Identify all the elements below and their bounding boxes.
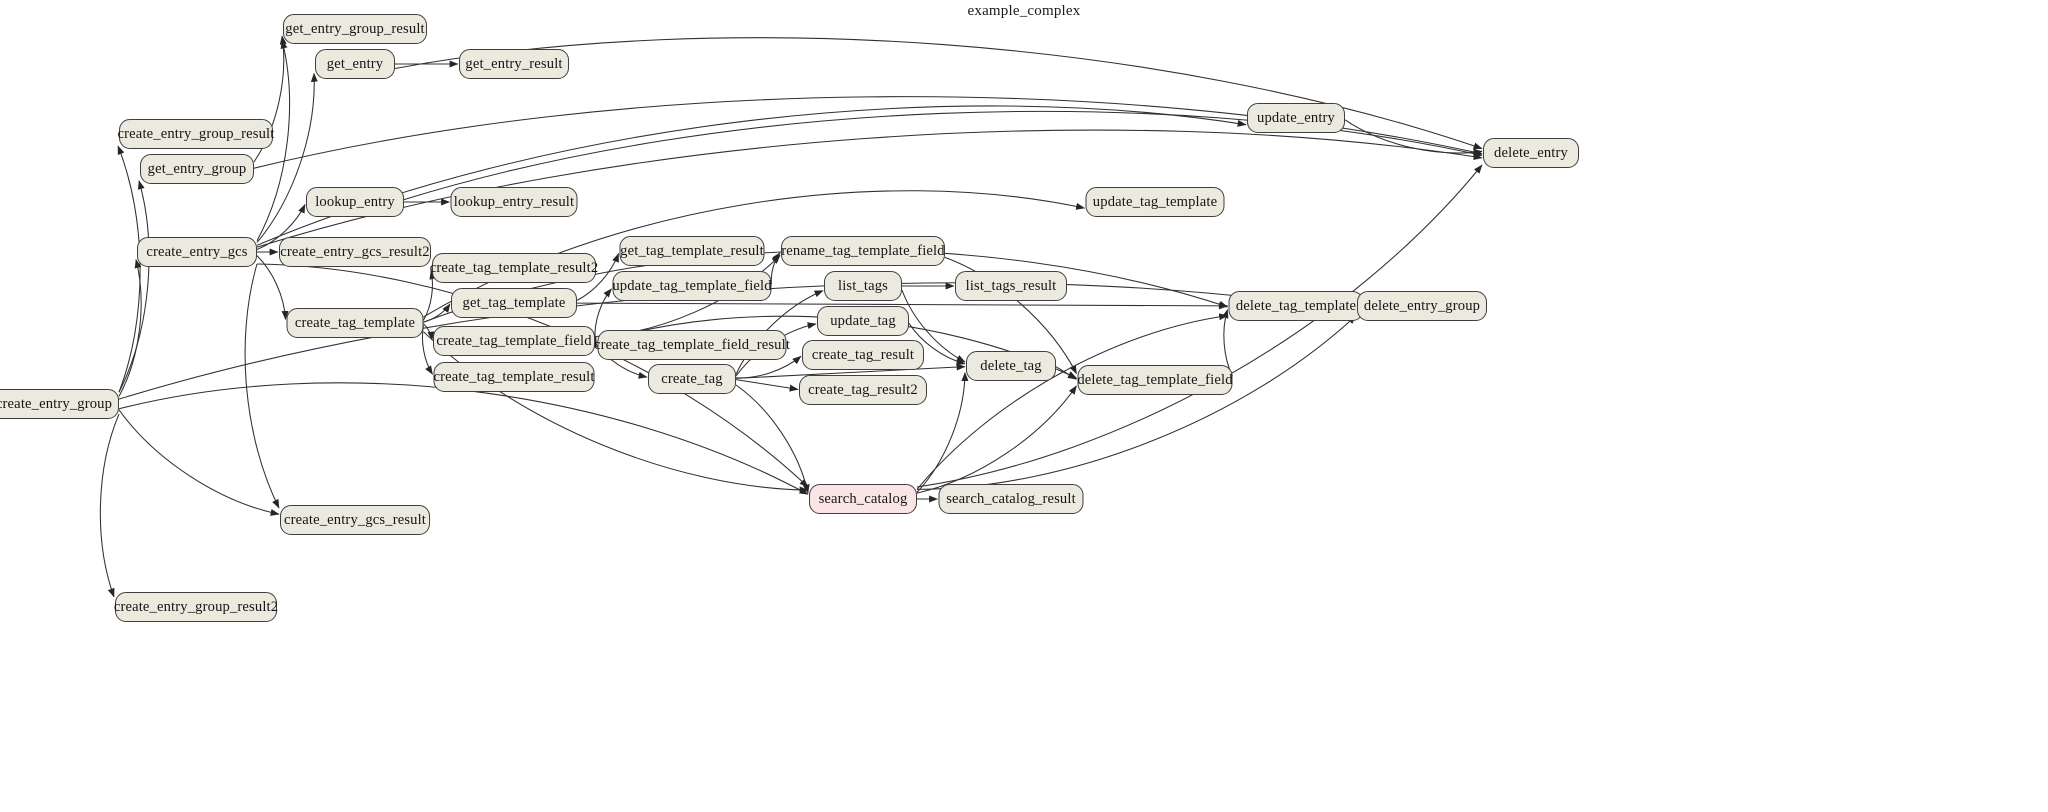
graph-node-create_tag_template_field_result[interactable]: create_tag_template_field_result bbox=[594, 330, 790, 360]
graph-node-list_tags[interactable]: list_tags bbox=[824, 271, 902, 301]
graph-node-get_tag_template[interactable]: get_tag_template bbox=[451, 288, 577, 318]
graph-node-label: create_entry_gcs_result bbox=[283, 511, 427, 528]
graph-node-label: create_tag_result2 bbox=[808, 381, 918, 398]
graph-node-label: create_entry_group_result2 bbox=[113, 598, 279, 615]
graph-node-delete_entry_group[interactable]: delete_entry_group bbox=[1357, 291, 1487, 321]
graph-node-create_entry_gcs[interactable]: create_entry_gcs bbox=[137, 237, 257, 267]
graph-node-label: create_tag_template_result2 bbox=[429, 259, 599, 276]
node-layer: get_entry_group_result get_entry get_entry… bbox=[0, 0, 2048, 812]
graph-node-lookup_entry[interactable]: lookup_entry bbox=[306, 187, 404, 217]
graph-node-list_tags_result[interactable]: list_tags_result bbox=[955, 271, 1067, 301]
graph-node-update_tag_template[interactable]: update_tag_template bbox=[1085, 187, 1225, 217]
graph-node-rename_tag_template_field[interactable]: rename_tag_template_field bbox=[781, 236, 945, 266]
graph-node-delete_tag_template[interactable]: delete_tag_template bbox=[1228, 291, 1364, 321]
graph-node-label: create_entry_gcs_result2 bbox=[280, 243, 430, 260]
graph-node-delete_tag[interactable]: delete_tag bbox=[966, 351, 1056, 381]
graph-node-label: create_entry_gcs bbox=[146, 243, 248, 260]
graph-node-update_tag[interactable]: update_tag bbox=[817, 306, 909, 336]
graph-node-update_entry[interactable]: update_entry bbox=[1247, 103, 1345, 133]
graph-node-create_entry_group_result[interactable]: create_entry_group_result bbox=[117, 119, 275, 149]
graph-node-delete_tag_template_field[interactable]: delete_tag_template_field bbox=[1077, 365, 1233, 395]
graph-node-label: lookup_entry_result bbox=[453, 193, 575, 210]
graph-node-create_tag_result2[interactable]: create_tag_result2 bbox=[799, 375, 927, 405]
graph-node-create_entry_gcs_result2[interactable]: create_entry_gcs_result2 bbox=[279, 237, 431, 267]
graph-node-label: delete_tag_template bbox=[1235, 297, 1357, 314]
graph-node-label: update_tag_template_field bbox=[612, 277, 772, 294]
graph-node-label: update_entry bbox=[1257, 109, 1335, 126]
graph-node-label: create_entry_group_result bbox=[117, 125, 275, 142]
graph-node-label: list_tags_result bbox=[965, 277, 1057, 294]
graph-node-label: create_tag bbox=[661, 370, 723, 387]
graph-node-label: get_entry bbox=[326, 55, 384, 72]
graph-canvas: example_complex get_entry_group_result ge… bbox=[0, 0, 2048, 812]
graph-node-label: get_tag_template bbox=[462, 294, 566, 311]
graph-node-label: update_tag_template bbox=[1092, 193, 1218, 210]
graph-node-search_catalog_result[interactable]: search_catalog_result bbox=[938, 484, 1084, 514]
graph-node-label: delete_entry_group bbox=[1363, 297, 1481, 314]
graph-node-create_tag_result[interactable]: create_tag_result bbox=[802, 340, 924, 370]
graph-node-lookup_entry_result[interactable]: lookup_entry_result bbox=[450, 187, 578, 217]
graph-node-label: delete_tag bbox=[980, 357, 1042, 374]
graph-node-update_tag_template_field[interactable]: update_tag_template_field bbox=[612, 271, 772, 301]
graph-node-get_entry_group_result[interactable]: get_entry_group_result bbox=[283, 14, 427, 44]
graph-node-label: lookup_entry bbox=[315, 193, 395, 210]
graph-node-search_catalog[interactable]: search_catalog bbox=[809, 484, 917, 514]
graph-node-create_entry_group[interactable]: create_entry_group bbox=[0, 389, 119, 419]
graph-node-get_entry_group[interactable]: get_entry_group bbox=[140, 154, 254, 184]
graph-node-label: rename_tag_template_field bbox=[781, 242, 945, 259]
graph-node-label: get_entry_group bbox=[147, 160, 247, 177]
graph-node-label: update_tag bbox=[830, 312, 896, 329]
graph-node-label: search_catalog bbox=[818, 490, 908, 507]
graph-node-create_tag[interactable]: create_tag bbox=[648, 364, 736, 394]
graph-node-get_tag_template_result[interactable]: get_tag_template_result bbox=[619, 236, 765, 266]
graph-node-label: create_tag_template bbox=[294, 314, 416, 331]
graph-node-label: list_tags bbox=[838, 277, 888, 294]
graph-node-label: delete_entry bbox=[1494, 144, 1568, 161]
graph-node-label: delete_tag_template_field bbox=[1077, 371, 1233, 388]
graph-node-label: search_catalog_result bbox=[946, 490, 1076, 507]
graph-node-label: get_tag_template_result bbox=[620, 242, 764, 259]
graph-node-label: get_entry_result bbox=[465, 55, 563, 72]
graph-node-label: create_entry_group bbox=[0, 395, 113, 412]
graph-node-create_tag_template_result[interactable]: create_tag_template_result bbox=[433, 362, 595, 392]
graph-node-label: create_tag_template_field_result bbox=[593, 336, 791, 353]
graph-node-label: get_entry_group_result bbox=[285, 20, 425, 37]
graph-node-create_entry_gcs_result[interactable]: create_entry_gcs_result bbox=[280, 505, 430, 535]
graph-node-get_entry_result[interactable]: get_entry_result bbox=[459, 49, 569, 79]
graph-node-create_entry_group_result2[interactable]: create_entry_group_result2 bbox=[113, 592, 279, 622]
graph-node-create_tag_template[interactable]: create_tag_template bbox=[286, 308, 424, 338]
graph-node-create_tag_template_result2[interactable]: create_tag_template_result2 bbox=[429, 253, 599, 283]
graph-node-label: create_tag_template_result bbox=[433, 368, 595, 385]
graph-node-label: create_tag_result bbox=[811, 346, 915, 363]
graph-node-get_entry[interactable]: get_entry bbox=[315, 49, 395, 79]
graph-node-delete_entry[interactable]: delete_entry bbox=[1483, 138, 1579, 168]
graph-node-create_tag_template_field[interactable]: create_tag_template_field bbox=[433, 326, 595, 356]
graph-node-label: create_tag_template_field bbox=[436, 332, 592, 349]
